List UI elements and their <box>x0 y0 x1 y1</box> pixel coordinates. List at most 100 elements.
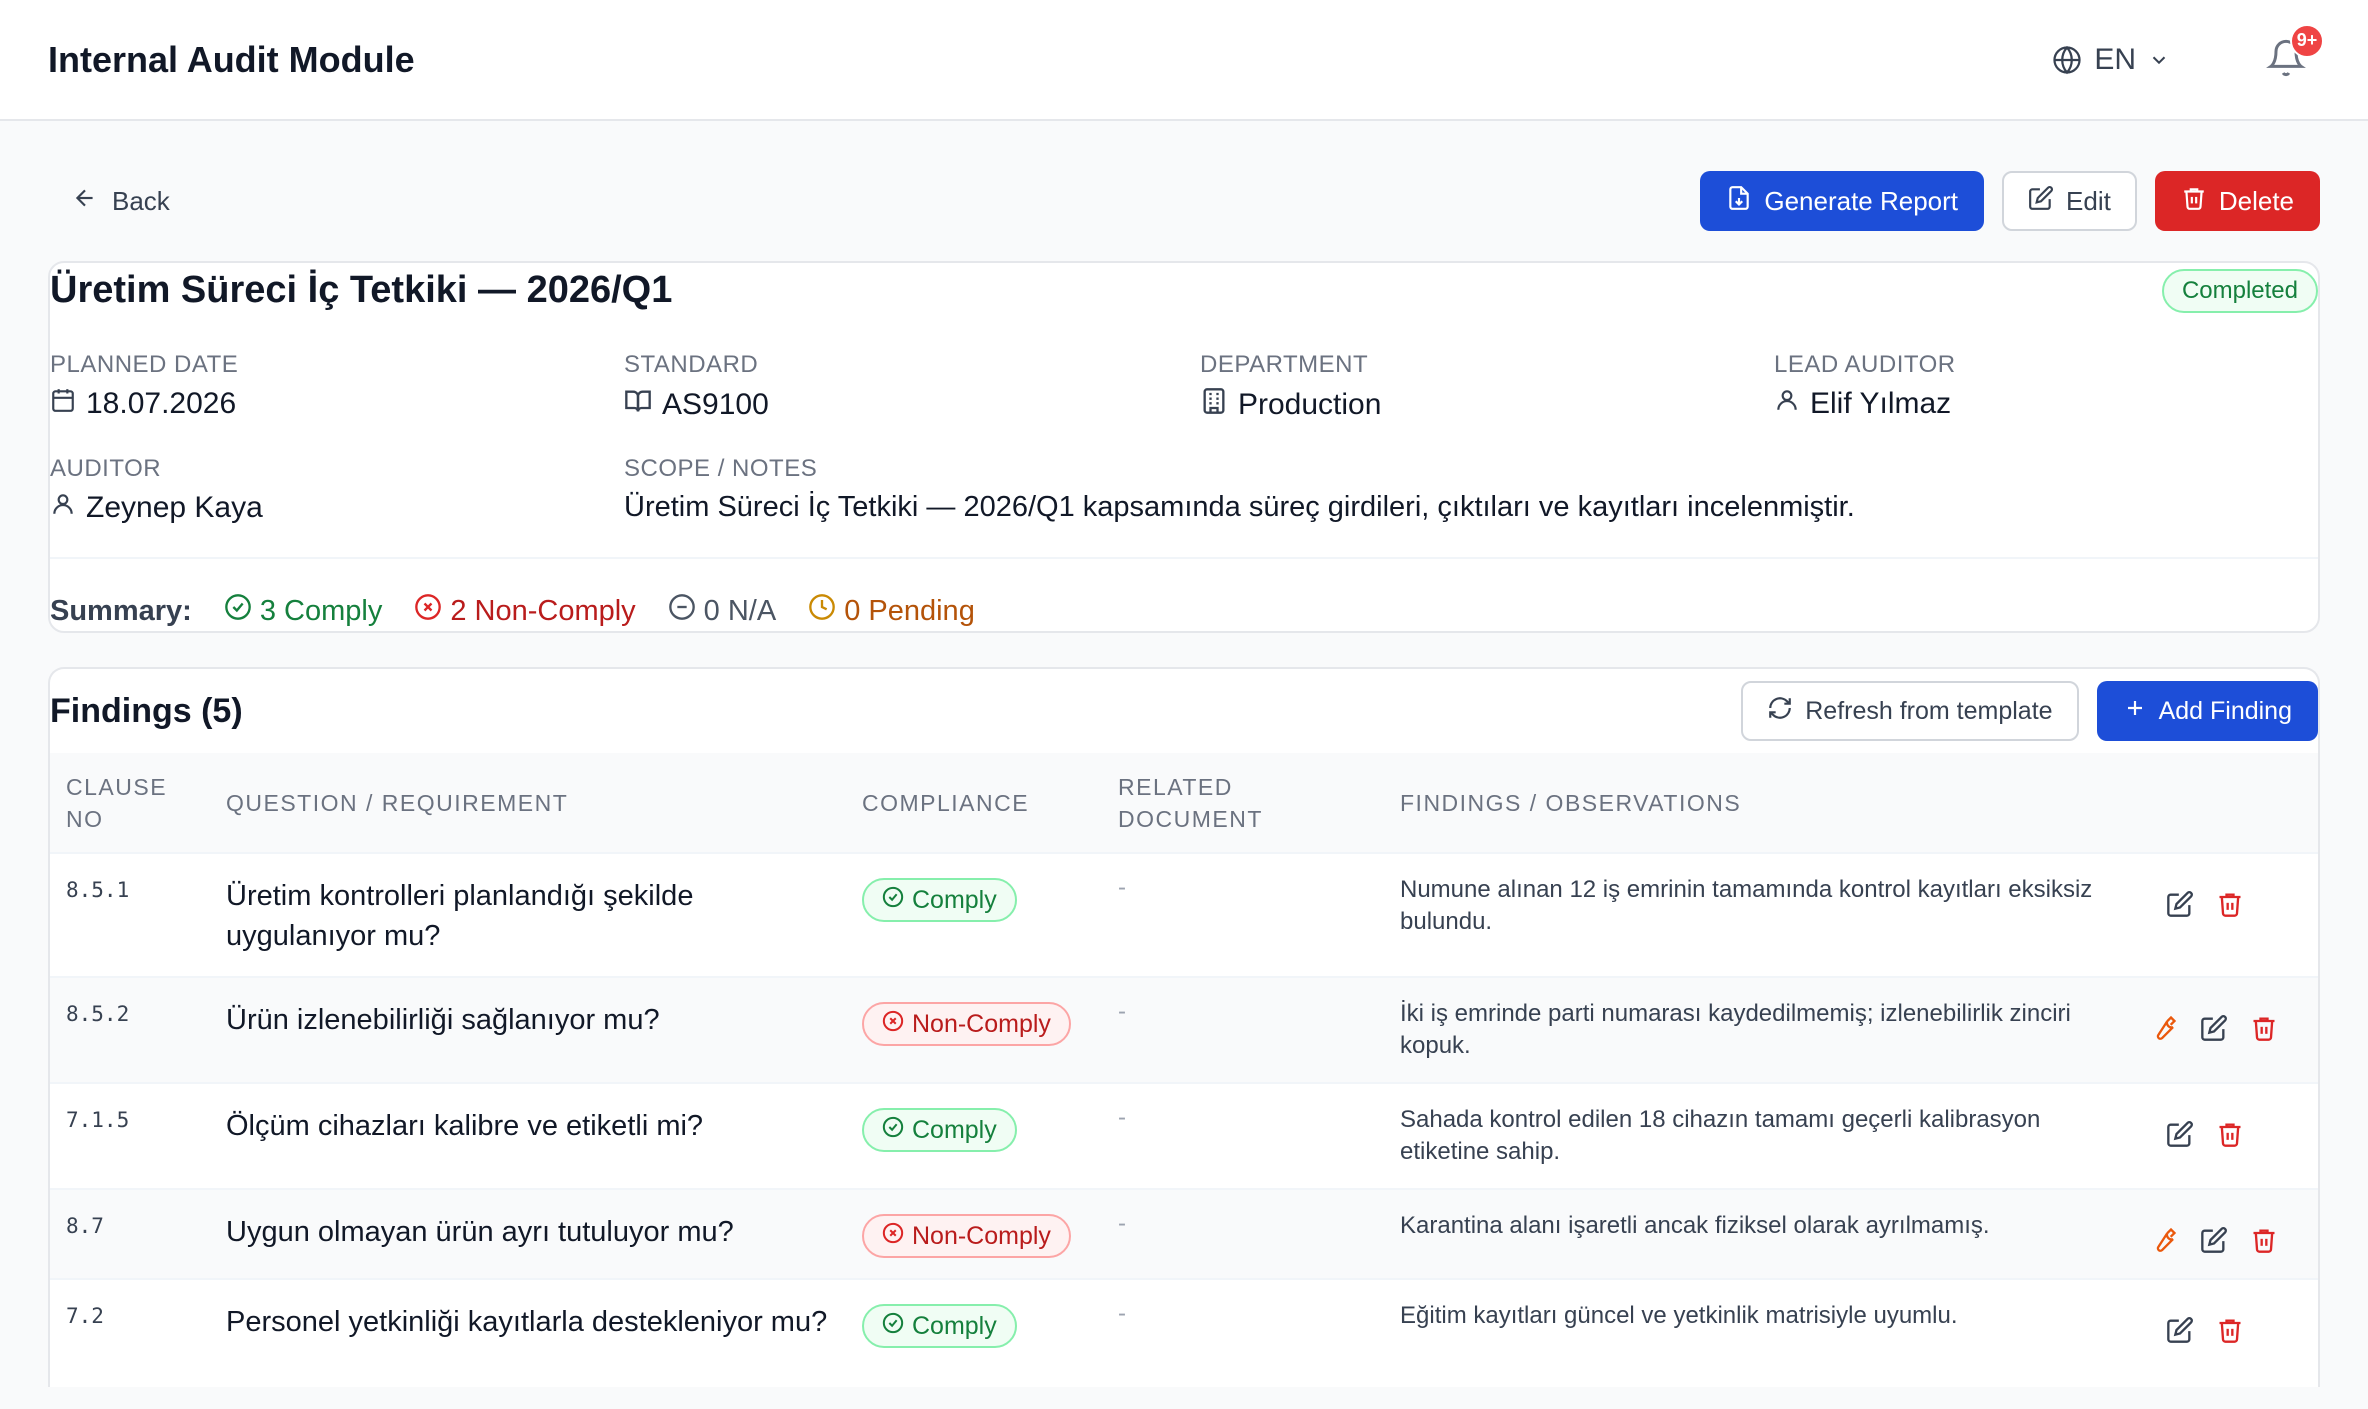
column-header-actions <box>2128 753 2318 853</box>
related-document-cell: - <box>1102 976 1384 1083</box>
clause-cell: 7.1.5 <box>50 1082 210 1189</box>
back-button[interactable]: Back <box>72 185 170 218</box>
wrench-icon[interactable] <box>2150 1226 2178 1254</box>
summary-pending: 0 Pending <box>808 593 975 629</box>
delete-row-button[interactable] <box>2216 890 2244 918</box>
findings-card: Findings (5) Refresh from template Add F… <box>48 667 2320 1387</box>
findings-table: CLAUSE NO QUESTION / REQUIREMENT COMPLIA… <box>50 753 2318 1387</box>
check-circle-icon <box>882 1312 904 1341</box>
audit-summary-card: Üretim Süreci İç Tetkiki — 2026/Q1 Compl… <box>48 261 2320 633</box>
add-finding-button[interactable]: Add Finding <box>2096 681 2318 741</box>
scope-label: SCOPE / NOTES <box>624 455 818 482</box>
compliance-cell: Non-Comply <box>846 976 1102 1083</box>
refresh-from-template-button[interactable]: Refresh from template <box>1741 681 2079 741</box>
table-row: 7.2 Personel yetkinliği kayıtlarla deste… <box>50 1278 2318 1387</box>
notifications-button[interactable]: 9+ <box>2266 23 2324 82</box>
related-document-cell: - <box>1102 1188 1384 1279</box>
calendar-icon <box>50 387 76 421</box>
clause-cell: 8.7 <box>50 1188 210 1279</box>
user-icon <box>1774 387 1800 421</box>
generate-report-label: Generate Report <box>1764 185 1959 216</box>
noncomply-count: 2 Non-Comply <box>450 594 636 627</box>
planned-date-field: PLANNED DATE 18.07.2026 <box>50 351 238 421</box>
related-document-cell: - <box>1102 852 1384 977</box>
notification-count-badge: 9+ <box>2290 23 2324 58</box>
audit-actions: Generate Report Edit Delete <box>1700 171 2320 231</box>
table-row: 8.5.1 Üretim kontrolleri planlandığı şek… <box>50 852 2318 977</box>
findings-title: Findings (5) <box>50 691 243 730</box>
auditor-field: AUDITOR Zeynep Kaya <box>50 455 263 525</box>
row-actions-cell <box>2128 1188 2318 1279</box>
related-document-cell: - <box>1102 1082 1384 1189</box>
compliance-label: Comply <box>912 1311 997 1340</box>
compliance-cell: Comply <box>846 852 1102 977</box>
minus-circle-icon <box>668 593 696 629</box>
edit-row-button[interactable] <box>2200 1226 2228 1254</box>
scope-value: Üretim Süreci İç Tetkiki — 2026/Q1 kapsa… <box>624 491 1855 523</box>
globe-icon <box>2052 45 2082 75</box>
user-icon <box>50 491 76 525</box>
row-actions-cell <box>2128 1278 2318 1387</box>
compliance-badge: Non-Comply <box>862 1002 1071 1046</box>
pending-count: 0 Pending <box>844 594 975 627</box>
compliance-cell: Comply <box>846 1278 1102 1387</box>
compliance-label: Comply <box>912 1115 997 1144</box>
edit-row-button[interactable] <box>2200 1014 2228 1042</box>
generate-report-button[interactable]: Generate Report <box>1700 171 1985 231</box>
table-row: 8.7 Uygun olmayan ürün ayrı tutuluyor mu… <box>50 1188 2318 1279</box>
compliance-cell: Non-Comply <box>846 1188 1102 1279</box>
file-download-icon <box>1726 185 1752 218</box>
compliance-badge: Comply <box>862 878 1017 922</box>
observation-cell: İki iş emrinde parti numarası kaydedilme… <box>1384 976 2128 1083</box>
delete-button[interactable]: Delete <box>2154 171 2320 231</box>
refresh-label: Refresh from template <box>1805 696 2053 725</box>
department-label: DEPARTMENT <box>1200 351 1369 378</box>
column-header-question: QUESTION / REQUIREMENT <box>226 789 569 816</box>
x-circle-icon <box>882 1010 904 1039</box>
delete-row-button[interactable] <box>2250 1226 2278 1254</box>
lead-auditor-value: Elif Yılmaz <box>1810 387 1952 420</box>
question-cell: Ürün izlenebilirliği sağlanıyor mu? <box>210 976 846 1083</box>
clause-cell: 7.2 <box>50 1278 210 1387</box>
edit-row-button[interactable] <box>2166 1316 2194 1344</box>
chevron-down-icon <box>2148 49 2170 71</box>
edit-button[interactable]: Edit <box>2002 171 2137 231</box>
clause-cell: 8.5.1 <box>50 852 210 977</box>
compliance-summary: Summary: 3 Comply 2 Non-Comply 0 N/A 0 P… <box>50 593 975 629</box>
building-icon <box>1200 387 1228 423</box>
summary-comply: 3 Comply <box>224 593 382 629</box>
question-cell: Ölçüm cihazları kalibre ve etiketli mi? <box>210 1082 846 1189</box>
department-field: DEPARTMENT Production <box>1200 351 1381 423</box>
edit-row-button[interactable] <box>2166 890 2194 918</box>
language-selector[interactable]: EN <box>2052 43 2170 77</box>
x-circle-icon <box>414 593 442 629</box>
column-header-clause: CLAUSE NO <box>66 773 168 832</box>
delete-label: Delete <box>2218 185 2294 216</box>
observation-cell: Eğitim kayıtları güncel ve yetkinlik mat… <box>1384 1278 2128 1387</box>
table-row: 7.1.5 Ölçüm cihazları kalibre ve etiketl… <box>50 1082 2318 1189</box>
wrench-icon[interactable] <box>2150 1014 2178 1042</box>
delete-row-button[interactable] <box>2216 1316 2244 1344</box>
delete-row-button[interactable] <box>2216 1120 2244 1148</box>
lead-auditor-field: LEAD AUDITOR Elif Yılmaz <box>1774 351 1956 421</box>
compliance-badge: Comply <box>862 1304 1017 1348</box>
refresh-icon <box>1767 695 1793 728</box>
edit-icon <box>2028 185 2054 218</box>
edit-row-button[interactable] <box>2166 1120 2194 1148</box>
planned-date-value: 18.07.2026 <box>86 387 237 420</box>
question-cell: Uygun olmayan ürün ayrı tutuluyor mu? <box>210 1188 846 1279</box>
question-cell: Personel yetkinliği kayıtlarla desteklen… <box>210 1278 846 1387</box>
column-header-observations: FINDINGS / OBSERVATIONS <box>1400 789 1742 816</box>
language-code: EN <box>2094 42 2136 76</box>
table-header-row: CLAUSE NO QUESTION / REQUIREMENT COMPLIA… <box>50 753 2318 853</box>
back-label: Back <box>112 185 170 216</box>
compliance-badge: Non-Comply <box>862 1214 1071 1258</box>
column-header-compliance: COMPLIANCE <box>862 789 1030 816</box>
observation-cell: Karantina alanı işaretli ancak fiziksel … <box>1384 1188 2128 1279</box>
delete-row-button[interactable] <box>2250 1014 2278 1042</box>
column-header-related-document: RELATED DOCUMENT <box>1118 773 1263 832</box>
standard-label: STANDARD <box>624 351 759 378</box>
clock-icon <box>808 593 836 629</box>
row-actions-cell <box>2128 852 2318 977</box>
check-circle-icon <box>882 886 904 915</box>
